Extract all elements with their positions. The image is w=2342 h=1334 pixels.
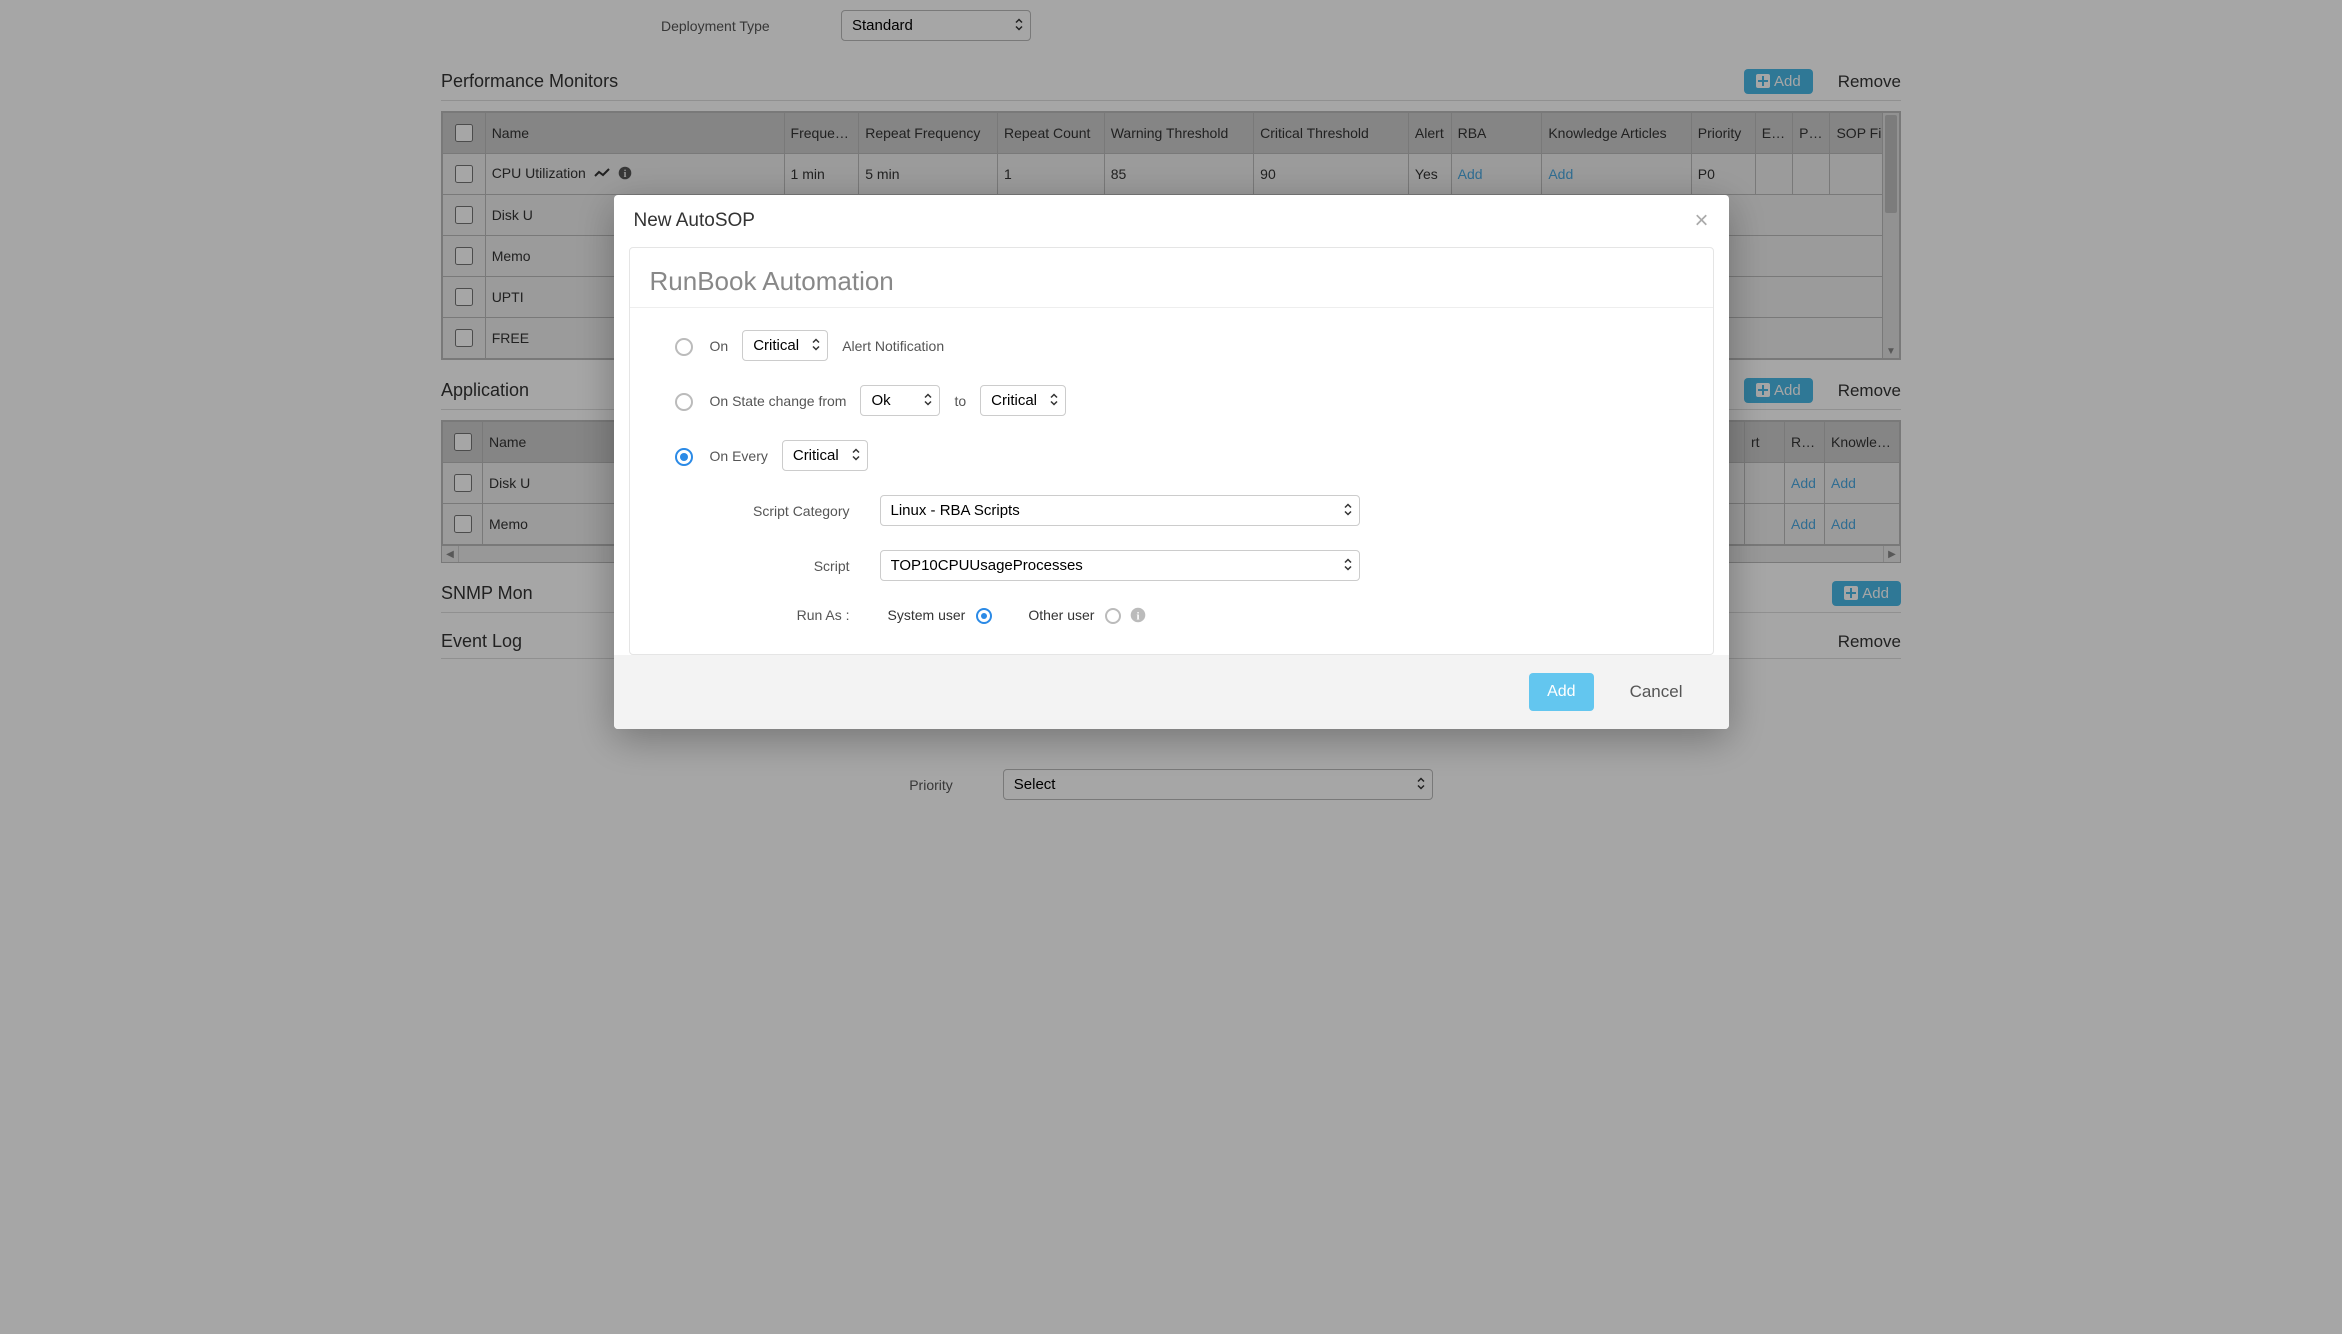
- script-select[interactable]: TOP10CPUUsageProcesses: [880, 550, 1360, 581]
- on-suffix-label: Alert Notification: [842, 338, 944, 354]
- state-change-label: On State change from: [710, 393, 847, 409]
- trigger-on-radio[interactable]: [675, 338, 693, 356]
- runas-system-radio[interactable]: [976, 608, 992, 624]
- card-title: RunBook Automation: [650, 266, 1693, 297]
- runas-system-label: System user: [888, 607, 966, 623]
- close-icon[interactable]: ×: [1694, 209, 1708, 233]
- autosop-modal: New AutoSOP × RunBook Automation On Crit…: [614, 195, 1729, 729]
- modal-title: New AutoSOP: [634, 210, 755, 232]
- trigger-state-radio[interactable]: [675, 393, 693, 411]
- modal-cancel-button[interactable]: Cancel: [1624, 673, 1689, 711]
- runas-other-radio[interactable]: [1105, 608, 1121, 624]
- on-label: On: [710, 338, 729, 354]
- script-label: Script: [650, 558, 850, 574]
- info-icon: i: [1130, 607, 1146, 623]
- runas-other-label: Other user: [1028, 607, 1094, 623]
- script-category-label: Script Category: [650, 503, 850, 519]
- svg-text:i: i: [1137, 610, 1140, 622]
- runas-label: Run As :: [690, 607, 850, 623]
- modal-backdrop: New AutoSOP × RunBook Automation On Crit…: [0, 0, 2342, 1334]
- trigger-every-radio[interactable]: [675, 448, 693, 466]
- modal-add-button[interactable]: Add: [1529, 673, 1593, 711]
- every-severity-select[interactable]: Critical: [782, 440, 868, 471]
- state-to-select[interactable]: Critical: [980, 385, 1066, 416]
- every-label: On Every: [710, 448, 768, 464]
- on-severity-select[interactable]: Critical: [742, 330, 828, 361]
- script-category-select[interactable]: Linux - RBA Scripts: [880, 495, 1360, 526]
- state-from-select[interactable]: Ok: [860, 385, 940, 416]
- to-label: to: [954, 393, 966, 409]
